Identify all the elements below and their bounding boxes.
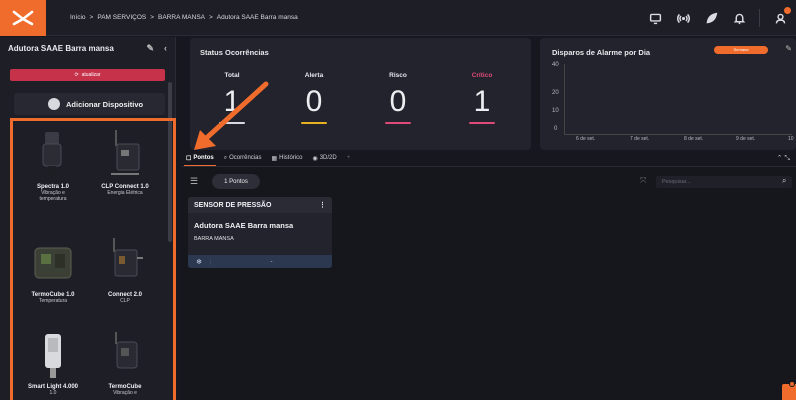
add-device-button[interactable]: Adicionar Dispositivo — [14, 93, 165, 115]
y-tick: 0 — [554, 126, 558, 132]
refresh-label: atualizar — [81, 72, 101, 78]
sensor-footer: ❄ - — [188, 255, 332, 268]
search-icon: ⌕ — [223, 154, 228, 161]
filter-row: ☰ 1 Pontos ⤧ Pesquisar... ⌕ — [190, 174, 792, 190]
chat-button[interactable] — [782, 381, 796, 400]
tab-ocorrencias[interactable]: ⌕ Ocorrências — [224, 155, 262, 162]
status-bar — [219, 122, 245, 124]
bell-icon[interactable] — [731, 10, 747, 26]
x-tick: 10 — [788, 136, 794, 142]
notification-dot — [784, 7, 791, 14]
notification-dot — [789, 381, 795, 387]
sensor-city: BARRA MANSA — [194, 236, 234, 242]
clear-filter-icon[interactable]: ⤧ — [640, 176, 646, 186]
status-title: Status Ocorrências — [200, 48, 269, 57]
refresh-icon: ⟳ — [74, 72, 79, 78]
status-label: Crítico — [471, 72, 493, 79]
collapse-panel-icon[interactable]: ⌃ ⤡ — [777, 154, 790, 163]
search-icon[interactable]: ⌕ — [782, 176, 786, 186]
status-value: 0 — [389, 85, 407, 118]
more-menu-icon[interactable]: ⋮ — [319, 201, 326, 209]
cube-icon: ◉ — [312, 155, 318, 162]
tab-label: Ocorrências — [229, 155, 262, 161]
breadcrumb-separator: > — [89, 14, 94, 21]
tab-historico[interactable]: ▦ Histórico — [271, 155, 302, 162]
status-critico[interactable]: Crítico 1 — [452, 72, 512, 124]
y-tick: 40 — [552, 62, 559, 68]
breadcrumb-separator: > — [150, 14, 155, 21]
snowflake-icon: ❄ — [196, 258, 202, 266]
breadcrumb: Início > PAM SERVIÇOS > BARRA MANSA > Ad… — [70, 14, 298, 21]
sensor-card[interactable]: SENSOR DE PRESSÃO ⋮ Adutora SAAE Barra m… — [188, 197, 332, 268]
breadcrumb-city[interactable]: BARRA MANSA — [158, 14, 205, 21]
y-tick: 20 — [552, 90, 559, 96]
breadcrumb-company[interactable]: PAM SERVIÇOS — [97, 14, 146, 21]
logo[interactable] — [0, 0, 46, 36]
edit-icon[interactable]: ✎ — [146, 43, 154, 54]
top-icons — [647, 7, 791, 27]
calendar-icon: ▦ — [271, 155, 278, 162]
status-risco[interactable]: Risco 0 — [368, 72, 428, 124]
x-tick: 9 de set. — [736, 136, 756, 142]
search-input[interactable]: Pesquisar... — [656, 176, 792, 188]
divider — [759, 9, 760, 27]
status-card: Status Ocorrências Total 1 Alerta 0 Risc… — [190, 38, 531, 150]
x-tick: 6 de set. — [576, 136, 596, 142]
user-icon[interactable] — [772, 7, 791, 26]
tab-pontos[interactable]: ☐ Pontos — [186, 155, 214, 162]
x-axis — [564, 134, 792, 135]
leaf-icon[interactable] — [703, 10, 719, 26]
status-bar — [469, 122, 495, 124]
breadcrumb-separator: > — [209, 14, 213, 21]
tab-label: 3D/2D — [319, 155, 337, 161]
status-total[interactable]: Total 1 — [202, 72, 262, 124]
status-alerta[interactable]: Alerta 0 — [284, 72, 344, 124]
tab-bar: ☐ Pontos ⌕ Ocorrências ▦ Histórico ◉ 3D/2D +… — [182, 151, 796, 165]
x-tick: 8 de set. — [684, 136, 704, 142]
top-bar: Início > PAM SERVIÇOS > BARRA MANSA > Ad… — [0, 0, 796, 36]
status-label: Total — [224, 72, 240, 79]
refresh-button[interactable]: ⟳ atualizar — [10, 69, 165, 81]
status-label: Risco — [389, 72, 407, 79]
breadcrumb-home[interactable]: Início — [70, 14, 86, 21]
tab-label: Histórico — [279, 155, 303, 161]
sensor-header: SENSOR DE PRESSÃO ⋮ — [188, 197, 332, 213]
alarm-chart-card: Disparos de Alarme por Dia Semana ✎ 40 2… — [540, 38, 796, 150]
sensor-type: SENSOR DE PRESSÃO — [194, 201, 272, 209]
add-device-label: Adicionar Dispositivo — [66, 99, 144, 109]
status-bar — [385, 122, 411, 124]
breadcrumb-current: Adutora SAAE Barra mansa — [216, 14, 298, 21]
y-axis — [564, 64, 565, 134]
status-label: Alerta — [304, 72, 324, 79]
device-list-highlight — [10, 118, 176, 400]
filter-sliders-icon[interactable]: ☰ — [190, 176, 198, 187]
edit-icon[interactable]: ✎ — [785, 44, 792, 53]
signal-icon[interactable] — [675, 10, 691, 26]
alarm-title: Disparos de Alarme por Dia — [552, 48, 651, 57]
tab-3d2d[interactable]: ◉ 3D/2D — [312, 155, 336, 162]
status-value: 0 — [305, 85, 323, 118]
sensor-location: Adutora SAAE Barra mansa — [194, 221, 294, 230]
square-icon: ☐ — [186, 155, 192, 162]
sensor-value: - — [210, 258, 332, 265]
x-tick: 7 de set. — [630, 136, 650, 142]
status-value: 1 — [473, 85, 491, 118]
sidebar-header: Adutora SAAE Barra mansa ✎ ‹ — [0, 37, 175, 59]
collapse-icon[interactable]: ‹ — [164, 43, 167, 54]
plus-circle-icon — [48, 98, 60, 110]
y-tick: 10 — [552, 108, 559, 114]
monitor-icon[interactable] — [647, 10, 663, 26]
logo-icon — [12, 10, 34, 25]
add-tab-icon[interactable]: + — [347, 155, 351, 161]
points-count-pill[interactable]: 1 Pontos — [212, 174, 260, 189]
status-bar — [301, 122, 327, 124]
sidebar-title: Adutora SAAE Barra mansa — [8, 43, 114, 53]
period-filter-button[interactable]: Semana — [714, 46, 768, 54]
tab-label: Pontos — [193, 155, 214, 161]
status-value: 1 — [223, 85, 241, 118]
